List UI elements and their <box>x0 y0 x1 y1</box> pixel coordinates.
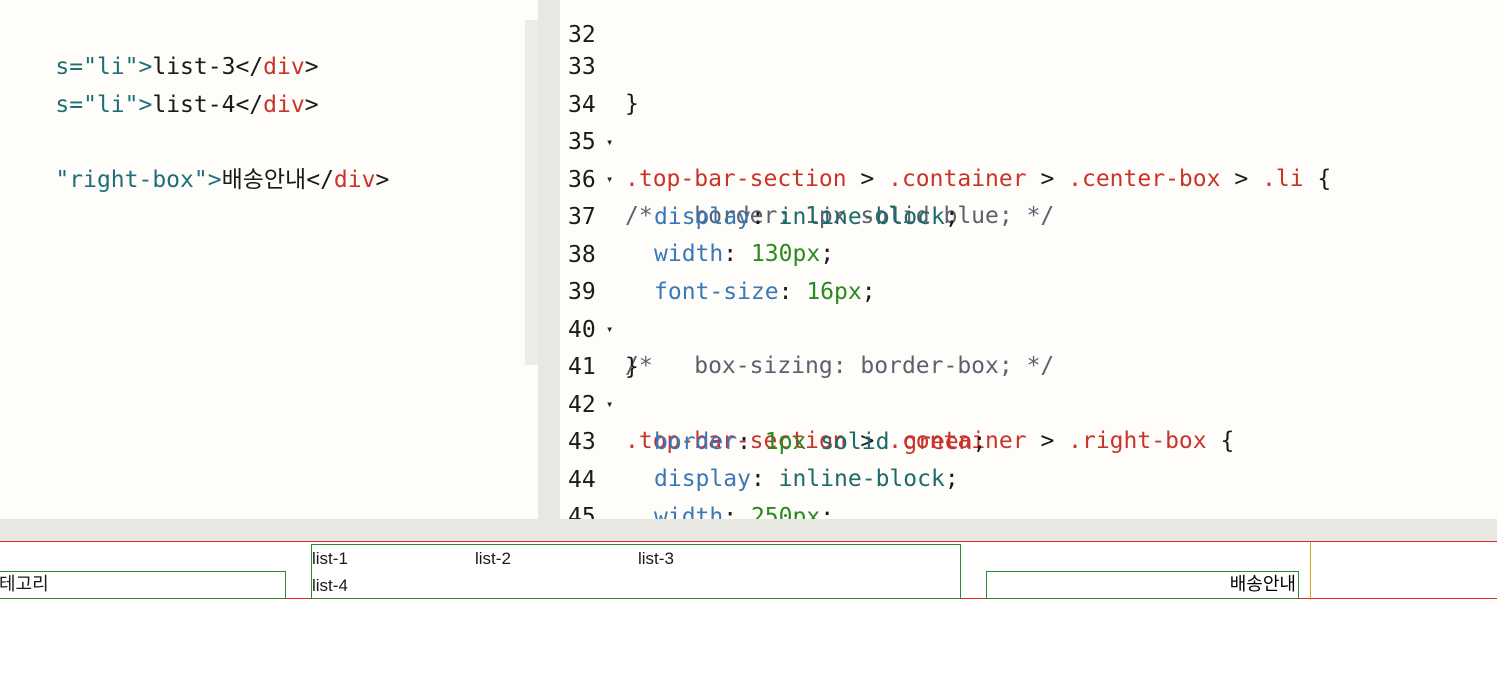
code-token: > <box>1220 166 1263 192</box>
code-token: right-box <box>69 167 194 193</box>
code-token: solid <box>806 429 904 455</box>
css-line: 34 ▾ .top-bar-section > .container > .ce… <box>560 50 1331 192</box>
code-token: { <box>1303 166 1332 192</box>
code-token: list-4 <box>152 92 236 118</box>
preview-divider[interactable] <box>0 519 1497 541</box>
result-preview: 테고리 list-1 list-2 list-3 list-4 배송안내 <box>0 541 1497 679</box>
list-item: list-2 <box>475 549 511 568</box>
css-line: 36 display: inline-block; <box>560 125 959 230</box>
css-line: 44 width: 250px; <box>560 425 834 519</box>
css-line: 39 ▾ /* box-sizing: border-box; */ <box>560 237 1054 379</box>
code-token: display <box>654 466 751 492</box>
css-line: 42 border: 1px solid green; <box>560 350 986 455</box>
css-line: 45 margin-left: 10px; margin-right: 10px… <box>560 462 615 519</box>
code-token: } <box>625 91 639 117</box>
code-token: : <box>737 429 765 455</box>
code-token: ; <box>944 204 959 230</box>
center-box: list-1 list-2 list-3 list-4 <box>311 544 961 599</box>
css-line: 43 display: inline-block; <box>560 387 959 492</box>
code-token: "> <box>193 167 222 193</box>
code-token: .center-box <box>1068 166 1221 192</box>
code-token: : <box>750 466 779 492</box>
code-token: > <box>1026 166 1069 192</box>
container: 테고리 list-1 list-2 list-3 list-4 배송안내 <box>0 542 1311 600</box>
code-token: : <box>723 241 751 267</box>
html-line: s="li">list-4</div> <box>0 50 318 118</box>
code-token: } <box>625 354 639 380</box>
pane-splitter[interactable] <box>538 0 560 519</box>
code-token: </ <box>306 167 334 193</box>
code-token: .li <box>1262 166 1304 192</box>
code-token: ; <box>820 241 835 267</box>
code-token: inline-block <box>778 466 945 492</box>
right-box-text: 배송안내 <box>1229 574 1296 595</box>
code-token: 250px <box>750 504 821 519</box>
list-item: list-4 <box>312 576 348 595</box>
code-token: width <box>654 504 724 519</box>
list-item: list-1 <box>312 549 348 568</box>
code-token: div <box>263 92 305 118</box>
html-editor-scrollbar[interactable] <box>525 20 538 365</box>
left-box-text: 테고리 <box>0 574 49 595</box>
code-token: inline-block <box>778 204 945 230</box>
html-line: "right-box">배송안내</div> <box>0 125 389 193</box>
code-token: 16px <box>806 279 862 305</box>
code-token: .right-box <box>1068 428 1207 454</box>
code-token: ; <box>861 279 876 305</box>
code-token: border <box>654 429 738 455</box>
right-box: 배송안내 <box>986 571 1299 599</box>
css-line: 40 } <box>560 275 639 380</box>
code-token: 배송안내 <box>221 167 307 193</box>
code-token: li <box>96 92 125 118</box>
code-token: { <box>1206 428 1235 454</box>
code-token: /* box-sizing: border-box; */ <box>625 353 1055 379</box>
code-token: : <box>750 204 779 230</box>
css-editor-pane[interactable]: 32 33 } 34 ▾ .top-bar-section > .contain… <box>560 0 1497 519</box>
top-bar-section: 테고리 list-1 list-2 list-3 list-4 배송안내 <box>0 541 1497 600</box>
code-token: display <box>654 204 751 230</box>
css-line: 38 font-size: 16px; <box>560 200 876 305</box>
code-token: font-size <box>654 279 779 305</box>
css-line: 37 width: 130px; <box>560 162 834 267</box>
code-token: > <box>846 166 889 192</box>
code-token: > <box>375 167 390 193</box>
code-token: ; <box>944 466 959 492</box>
code-token: "> <box>124 92 153 118</box>
code-token: " <box>55 167 70 193</box>
code-token: ; <box>972 429 987 455</box>
code-token: > <box>304 92 319 118</box>
list-item: list-3 <box>638 549 674 568</box>
html-editor-pane[interactable]: s="li">list-3</div> s="li">list-4</div> … <box>0 0 538 519</box>
code-token: : <box>778 279 807 305</box>
css-line: 35 ▾ /* border: 1px solid blue; */ <box>560 87 1054 229</box>
left-box: 테고리 <box>0 571 286 599</box>
code-token: : <box>723 504 751 519</box>
css-line: 46 font-size: 16px; <box>560 500 615 519</box>
code-token: > <box>1026 428 1069 454</box>
code-token: width <box>654 241 724 267</box>
code-token: green <box>903 429 973 455</box>
code-token: </ <box>235 92 264 118</box>
code-token: .container <box>888 166 1027 192</box>
html-line: s="li">list-3</div> <box>0 12 318 80</box>
code-token: ; <box>820 504 835 519</box>
code-token: 130px <box>750 241 821 267</box>
code-token: 1px <box>764 429 807 455</box>
css-line: 41 ▾ .top-bar-section > .container > .ri… <box>560 312 1234 454</box>
css-line: 33 } <box>560 12 639 117</box>
code-token: .top-bar-section <box>625 166 847 192</box>
code-token: div <box>333 167 376 193</box>
code-token: s=" <box>55 92 97 118</box>
